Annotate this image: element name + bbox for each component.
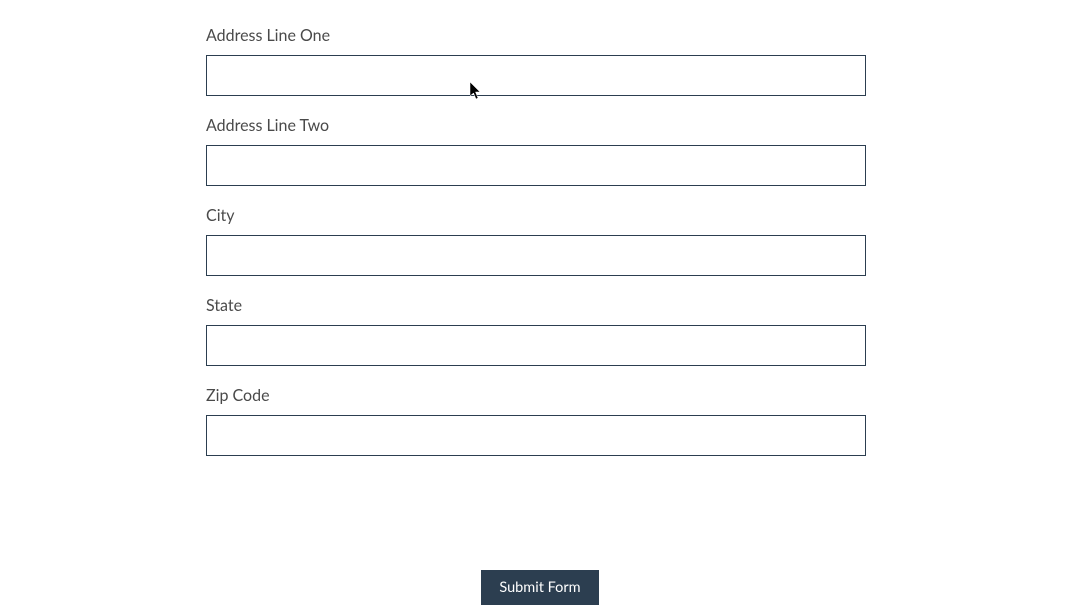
input-address-line-one[interactable] xyxy=(206,55,866,96)
input-state[interactable] xyxy=(206,325,866,366)
label-address-line-two: Address Line Two xyxy=(206,116,866,135)
field-address-line-two: Address Line Two xyxy=(206,116,866,186)
submit-area: Submit Form xyxy=(0,570,1080,605)
label-city: City xyxy=(206,206,866,225)
input-city[interactable] xyxy=(206,235,866,276)
label-zip-code: Zip Code xyxy=(206,386,866,405)
input-zip-code[interactable] xyxy=(206,415,866,456)
field-address-line-one: Address Line One xyxy=(206,26,866,96)
label-state: State xyxy=(206,296,866,315)
field-state: State xyxy=(206,296,866,366)
address-form: Address Line One Address Line Two City S… xyxy=(206,26,866,476)
submit-button[interactable]: Submit Form xyxy=(481,570,598,605)
input-address-line-two[interactable] xyxy=(206,145,866,186)
label-address-line-one: Address Line One xyxy=(206,26,866,45)
field-city: City xyxy=(206,206,866,276)
field-zip-code: Zip Code xyxy=(206,386,866,456)
